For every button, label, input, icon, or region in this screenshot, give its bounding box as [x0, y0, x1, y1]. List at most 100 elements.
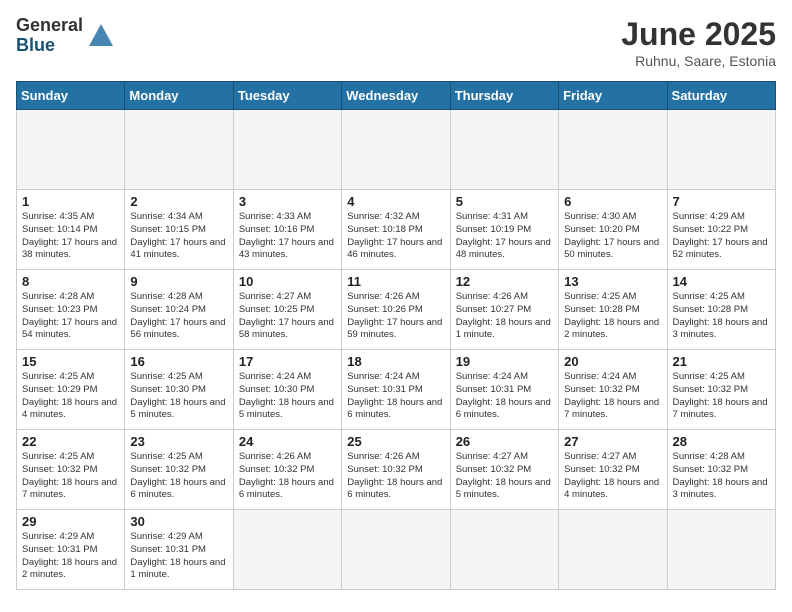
calendar-cell: 29 Sunrise: 4:29 AM Sunset: 10:31 PM Dayl…	[17, 510, 125, 590]
calendar-cell	[559, 110, 667, 190]
day-info: Sunrise: 4:27 AM Sunset: 10:32 PM Daylig…	[456, 451, 553, 502]
calendar-cell: 22Sunrise: 4:25 AM Sunset: 10:32 PM Dayl…	[17, 430, 125, 510]
day-number: 7	[673, 194, 770, 209]
day-info: Sunrise: 4:26 AM Sunset: 10:32 PM Daylig…	[239, 451, 336, 502]
calendar-cell: 11 Sunrise: 4:26 AM Sunset: 10:26 PM Dayl…	[342, 270, 450, 350]
calendar-cell: 18 Sunrise: 4:24 AM Sunset: 10:31 PM Dayl…	[342, 350, 450, 430]
calendar-cell: 5 Sunrise: 4:31 AM Sunset: 10:19 PM Dayli…	[450, 190, 558, 270]
calendar-cell: 8Sunrise: 4:28 AM Sunset: 10:23 PM Dayli…	[17, 270, 125, 350]
day-number: 11	[347, 274, 444, 289]
day-info: Sunrise: 4:24 AM Sunset: 10:32 PM Daylig…	[564, 371, 661, 422]
day-number: 1	[22, 194, 119, 209]
month-year: June 2025	[621, 16, 776, 53]
calendar-cell: 12 Sunrise: 4:26 AM Sunset: 10:27 PM Dayl…	[450, 270, 558, 350]
title-block: June 2025 Ruhnu, Saare, Estonia	[621, 16, 776, 69]
calendar-cell	[342, 510, 450, 590]
day-number: 17	[239, 354, 336, 369]
day-info: Sunrise: 4:25 AM Sunset: 10:32 PM Daylig…	[673, 371, 770, 422]
day-info: Sunrise: 4:25 AM Sunset: 10:28 PM Daylig…	[564, 291, 661, 342]
calendar-cell: 26 Sunrise: 4:27 AM Sunset: 10:32 PM Dayl…	[450, 430, 558, 510]
day-number: 24	[239, 434, 336, 449]
calendar-cell: 21 Sunrise: 4:25 AM Sunset: 10:32 PM Dayl…	[667, 350, 775, 430]
calendar-cell: 30Sunrise: 4:29 AM Sunset: 10:31 PM Dayl…	[125, 510, 233, 590]
logo: General Blue	[16, 16, 115, 56]
calendar-cell	[450, 510, 558, 590]
day-info: Sunrise: 4:29 AM Sunset: 10:22 PM Daylig…	[673, 211, 770, 262]
calendar-cell: 24 Sunrise: 4:26 AM Sunset: 10:32 PM Dayl…	[233, 430, 341, 510]
calendar-cell	[450, 110, 558, 190]
day-info: Sunrise: 4:24 AM Sunset: 10:31 PM Daylig…	[347, 371, 444, 422]
day-number: 6	[564, 194, 661, 209]
calendar-row	[17, 110, 776, 190]
logo-icon	[87, 22, 115, 50]
calendar-cell: 14 Sunrise: 4:25 AM Sunset: 10:28 PM Dayl…	[667, 270, 775, 350]
day-info: Sunrise: 4:30 AM Sunset: 10:20 PM Daylig…	[564, 211, 661, 262]
day-number: 30	[130, 514, 227, 529]
day-info: Sunrise: 4:28 AM Sunset: 10:24 PM Daylig…	[130, 291, 227, 342]
day-info: Sunrise: 4:25 AM Sunset: 10:32 PM Daylig…	[22, 451, 119, 502]
day-info: Sunrise: 4:26 AM Sunset: 10:27 PM Daylig…	[456, 291, 553, 342]
col-wednesday: Wednesday	[342, 82, 450, 110]
day-info: Sunrise: 4:24 AM Sunset: 10:30 PM Daylig…	[239, 371, 336, 422]
day-number: 21	[673, 354, 770, 369]
calendar-cell: 23Sunrise: 4:25 AM Sunset: 10:32 PM Dayl…	[125, 430, 233, 510]
day-number: 26	[456, 434, 553, 449]
day-number: 4	[347, 194, 444, 209]
calendar-cell	[667, 110, 775, 190]
day-info: Sunrise: 4:33 AM Sunset: 10:16 PM Daylig…	[239, 211, 336, 262]
day-number: 14	[673, 274, 770, 289]
day-number: 9	[130, 274, 227, 289]
col-saturday: Saturday	[667, 82, 775, 110]
calendar-cell	[342, 110, 450, 190]
day-number: 15	[22, 354, 119, 369]
day-number: 12	[456, 274, 553, 289]
col-tuesday: Tuesday	[233, 82, 341, 110]
day-info: Sunrise: 4:34 AM Sunset: 10:15 PM Daylig…	[130, 211, 227, 262]
calendar-cell: 7 Sunrise: 4:29 AM Sunset: 10:22 PM Dayli…	[667, 190, 775, 270]
day-number: 2	[130, 194, 227, 209]
calendar-row: 8Sunrise: 4:28 AM Sunset: 10:23 PM Dayli…	[17, 270, 776, 350]
day-number: 3	[239, 194, 336, 209]
calendar-cell	[125, 110, 233, 190]
calendar-row: 22Sunrise: 4:25 AM Sunset: 10:32 PM Dayl…	[17, 430, 776, 510]
day-number: 25	[347, 434, 444, 449]
location: Ruhnu, Saare, Estonia	[621, 53, 776, 69]
day-info: Sunrise: 4:25 AM Sunset: 10:30 PM Daylig…	[130, 371, 227, 422]
calendar-cell: 3 Sunrise: 4:33 AM Sunset: 10:16 PM Dayli…	[233, 190, 341, 270]
col-thursday: Thursday	[450, 82, 558, 110]
day-number: 23	[130, 434, 227, 449]
day-number: 13	[564, 274, 661, 289]
calendar-cell: 4 Sunrise: 4:32 AM Sunset: 10:18 PM Dayli…	[342, 190, 450, 270]
day-number: 27	[564, 434, 661, 449]
day-info: Sunrise: 4:29 AM Sunset: 10:31 PM Daylig…	[22, 531, 119, 582]
day-number: 18	[347, 354, 444, 369]
day-info: Sunrise: 4:35 AM Sunset: 10:14 PM Daylig…	[22, 211, 119, 262]
day-info: Sunrise: 4:32 AM Sunset: 10:18 PM Daylig…	[347, 211, 444, 262]
calendar-cell: 20 Sunrise: 4:24 AM Sunset: 10:32 PM Dayl…	[559, 350, 667, 430]
logo-general: General	[16, 16, 83, 36]
day-number: 29	[22, 514, 119, 529]
header-row: Sunday Monday Tuesday Wednesday Thursday…	[17, 82, 776, 110]
day-info: Sunrise: 4:25 AM Sunset: 10:29 PM Daylig…	[22, 371, 119, 422]
day-number: 8	[22, 274, 119, 289]
col-monday: Monday	[125, 82, 233, 110]
day-info: Sunrise: 4:26 AM Sunset: 10:26 PM Daylig…	[347, 291, 444, 342]
col-sunday: Sunday	[17, 82, 125, 110]
calendar-cell: 9 Sunrise: 4:28 AM Sunset: 10:24 PM Dayli…	[125, 270, 233, 350]
calendar-cell: 19Sunrise: 4:24 AM Sunset: 10:31 PM Dayl…	[450, 350, 558, 430]
day-number: 16	[130, 354, 227, 369]
calendar-cell: 10Sunrise: 4:27 AM Sunset: 10:25 PM Dayl…	[233, 270, 341, 350]
day-number: 20	[564, 354, 661, 369]
day-number: 19	[456, 354, 553, 369]
logo-blue: Blue	[16, 36, 83, 56]
calendar-cell	[667, 510, 775, 590]
day-info: Sunrise: 4:25 AM Sunset: 10:28 PM Daylig…	[673, 291, 770, 342]
day-info: Sunrise: 4:31 AM Sunset: 10:19 PM Daylig…	[456, 211, 553, 262]
day-number: 5	[456, 194, 553, 209]
calendar-cell: 2 Sunrise: 4:34 AM Sunset: 10:15 PM Dayli…	[125, 190, 233, 270]
calendar-cell: 15 Sunrise: 4:25 AM Sunset: 10:29 PM Dayl…	[17, 350, 125, 430]
calendar-cell	[17, 110, 125, 190]
calendar-cell: 17 Sunrise: 4:24 AM Sunset: 10:30 PM Dayl…	[233, 350, 341, 430]
calendar-cell: 16 Sunrise: 4:25 AM Sunset: 10:30 PM Dayl…	[125, 350, 233, 430]
calendar-cell: 13 Sunrise: 4:25 AM Sunset: 10:28 PM Dayl…	[559, 270, 667, 350]
